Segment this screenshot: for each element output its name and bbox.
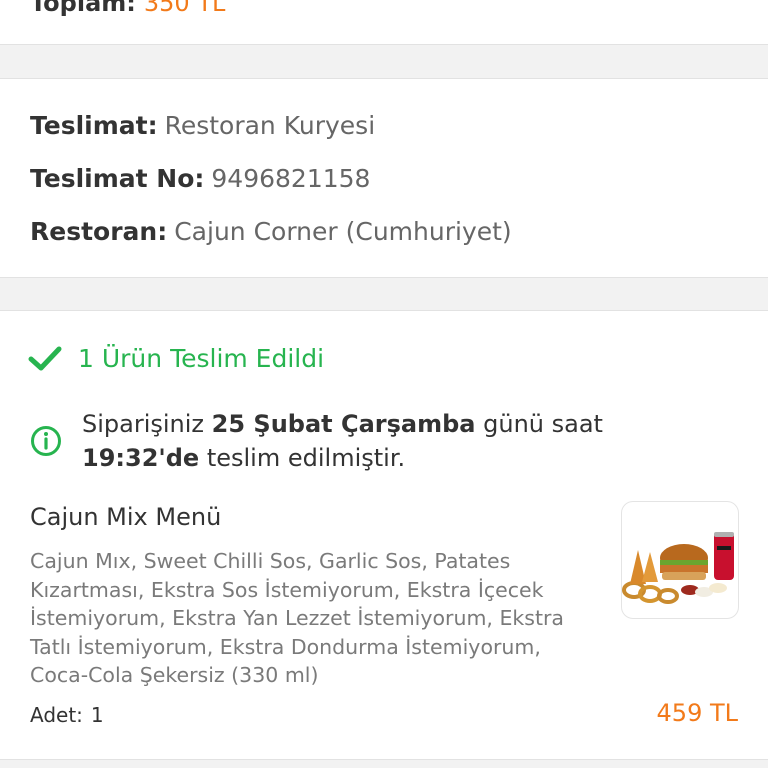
order-total-card: Toplam: 350 TL [0, 0, 768, 45]
check-icon [28, 346, 62, 371]
delivered-items-card: 1 Ürün Teslim Edildi Siparişiniz 25 Şuba… [0, 310, 768, 760]
note-part1: Siparişiniz [82, 410, 212, 438]
restaurant-label: Restoran: [30, 217, 168, 246]
note-part2: günü saat [475, 410, 603, 438]
delivery-info-card: Teslimat: Restoran Kuryesi Teslimat No: 94… [0, 78, 768, 278]
order-total-row: Toplam: 350 TL [30, 0, 225, 17]
info-icon [31, 426, 61, 456]
product-image[interactable] [621, 501, 739, 619]
note-date: 25 Şubat Çarşamba [211, 410, 476, 438]
delivery-status-row: 1 Ürün Teslim Edildi [28, 341, 324, 375]
delivery-type-label: Teslimat: [30, 111, 158, 140]
note-time: 19:32'de [82, 444, 200, 472]
food-menu-image [622, 532, 734, 604]
delivery-number-row: Teslimat No: 9496821158 [30, 164, 370, 193]
restaurant-value: Cajun Corner (Cumhuriyet) [174, 217, 512, 246]
product-price: 459 TL [656, 699, 738, 727]
delivery-type-row: Teslimat: Restoran Kuryesi [30, 111, 375, 140]
delivery-number-value: 9496821158 [211, 164, 371, 193]
quantity-value: 1 [90, 703, 104, 727]
note-part3: teslim edilmiştir. [199, 444, 406, 472]
delivery-note-text: Siparişiniz 25 Şubat Çarşamba günü saat … [82, 407, 722, 475]
quantity-row: Adet: 1 [30, 703, 104, 727]
product-description: Cajun Mıx, Sweet Chilli Sos, Garlic Sos,… [30, 549, 564, 687]
delivery-type-value: Restoran Kuryesi [164, 111, 376, 140]
delivery-number-label: Teslimat No: [30, 164, 205, 193]
delivery-status-text: 1 Ürün Teslim Edildi [78, 343, 325, 373]
product-name: Cajun Mix Menü [30, 503, 222, 531]
restaurant-row: Restoran: Cajun Corner (Cumhuriyet) [30, 217, 512, 246]
total-value: 350 TL [143, 0, 226, 17]
total-label: Toplam: [30, 0, 136, 17]
quantity-label: Adet: [30, 703, 83, 727]
